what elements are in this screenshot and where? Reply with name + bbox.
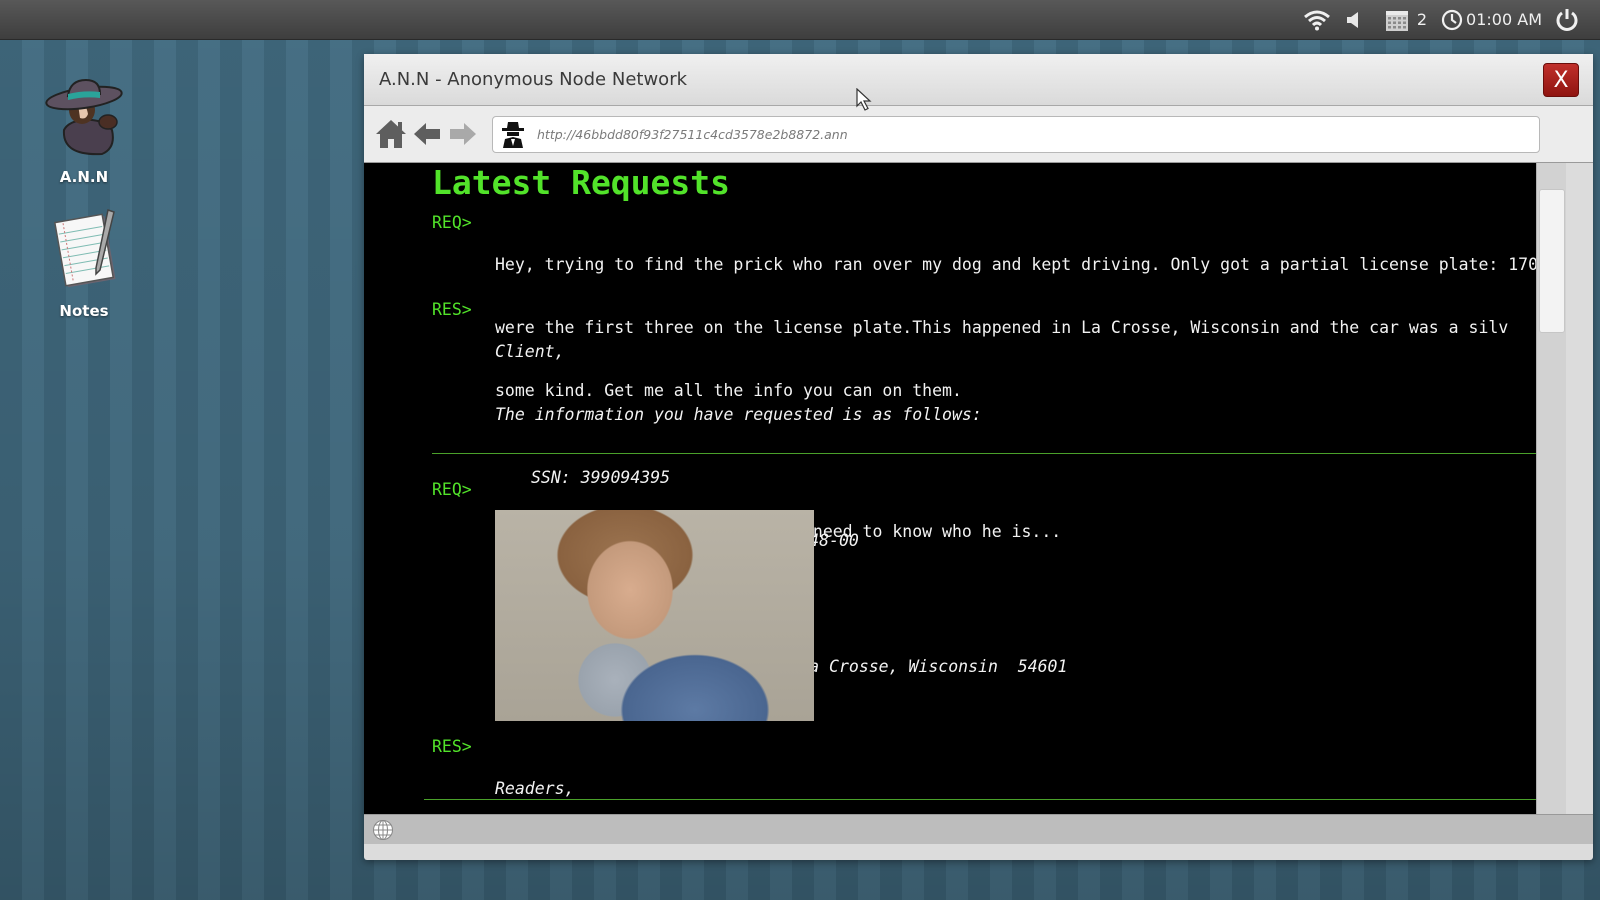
request-tag: REQ> xyxy=(432,480,472,499)
response-tag: RES> xyxy=(432,300,472,319)
forward-arrow-icon xyxy=(450,123,476,145)
page-content: Latest Requests REQ> Hey, trying to find… xyxy=(364,163,1536,814)
power-icon[interactable] xyxy=(1556,8,1578,32)
desktop-icon-notes[interactable]: Notes xyxy=(29,206,139,320)
entry-divider xyxy=(432,453,1536,454)
browser-window: A.N.N - Anonymous Node Network X Latest … xyxy=(364,54,1593,860)
wifi-icon[interactable] xyxy=(1303,9,1331,31)
browser-toolbar xyxy=(364,106,1593,163)
text-line: Hey, trying to find the prick who ran ov… xyxy=(495,255,1536,274)
entry-divider xyxy=(424,799,1536,800)
back-arrow-icon xyxy=(414,123,440,145)
calendar-icon[interactable]: 2 xyxy=(1385,8,1427,32)
window-title: A.N.N - Anonymous Node Network xyxy=(379,69,688,90)
desktop-icon-label: Notes xyxy=(59,302,109,320)
text-line: Client, xyxy=(495,342,565,361)
window-titlebar[interactable]: A.N.N - Anonymous Node Network X xyxy=(364,54,1593,106)
url-input[interactable] xyxy=(537,127,1497,142)
mouse-cursor-icon xyxy=(856,88,872,111)
address-bar[interactable] xyxy=(492,116,1540,153)
close-button[interactable]: X xyxy=(1543,63,1579,97)
clock-icon xyxy=(1441,9,1463,30)
clock[interactable]: 01:00 AM xyxy=(1441,9,1542,31)
home-button[interactable] xyxy=(374,117,408,151)
response-text: Readers, The person who made this reques… xyxy=(495,736,1051,814)
home-icon xyxy=(376,120,406,148)
volume-icon[interactable] xyxy=(1345,11,1361,29)
calendar-count: 2 xyxy=(1416,10,1428,29)
status-bar xyxy=(364,814,1593,844)
forward-button[interactable] xyxy=(446,117,480,151)
attached-photo[interactable] xyxy=(495,510,814,721)
spy-agent-icon xyxy=(45,78,123,156)
page-heading: Latest Requests xyxy=(432,163,731,202)
system-top-bar: 2 01:00 AM xyxy=(0,0,1600,40)
globe-icon xyxy=(373,819,393,840)
clock-time: 01:00 AM xyxy=(1466,10,1542,29)
text-line: The information you have requested is as… xyxy=(495,405,982,424)
spy-icon xyxy=(502,121,524,148)
notepad-icon xyxy=(53,209,116,288)
text-line: Readers, xyxy=(495,779,575,798)
back-button[interactable] xyxy=(410,117,444,151)
request-tag: REQ> xyxy=(432,213,472,232)
desktop-icon-label: A.N.N xyxy=(59,168,109,186)
desktop-icon-ann[interactable]: A.N.N xyxy=(29,74,139,186)
scrollbar-thumb[interactable] xyxy=(1539,189,1565,333)
response-tag: RES> xyxy=(432,737,472,756)
vertical-scrollbar[interactable] xyxy=(1536,163,1566,814)
